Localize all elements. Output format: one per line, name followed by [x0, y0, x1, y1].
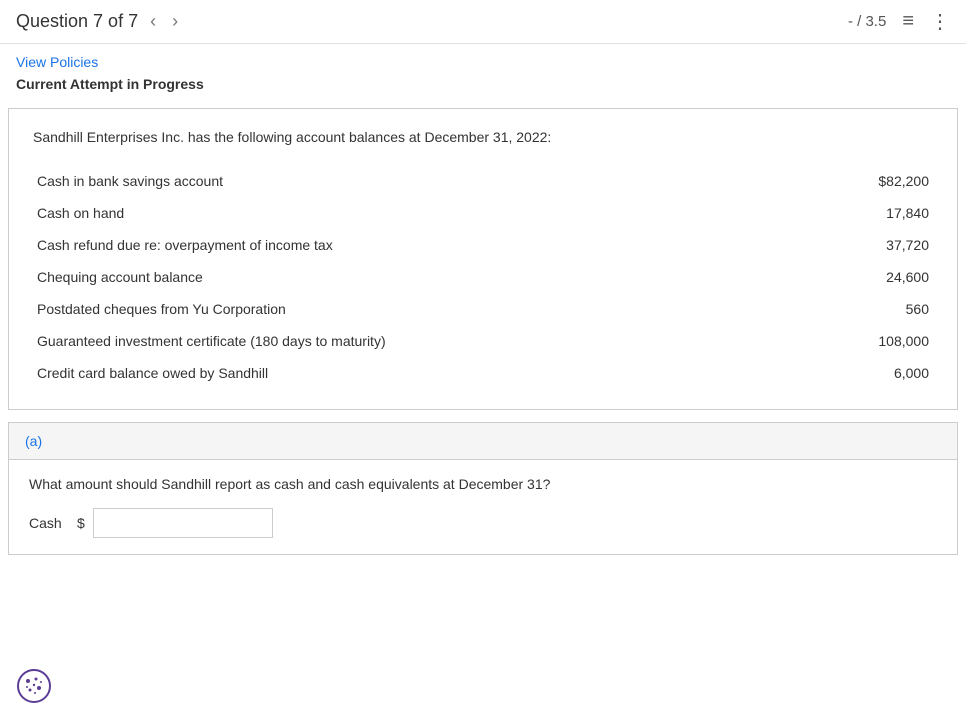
header-right: - / 3.5 ≡ ⋮ — [848, 9, 950, 34]
cash-label: Cash — [29, 515, 69, 531]
table-row: Chequing account balance24,600 — [33, 261, 933, 293]
account-label: Credit card balance owed by Sandhill — [33, 357, 663, 389]
part-a-body: What amount should Sandhill report as ca… — [8, 460, 958, 555]
account-label: Cash in bank savings account — [33, 165, 663, 197]
header: Question 7 of 7 ‹ › - / 3.5 ≡ ⋮ — [0, 0, 966, 44]
list-icon[interactable]: ≡ — [902, 10, 914, 33]
more-menu-icon[interactable]: ⋮ — [930, 9, 950, 34]
table-row: Cash in bank savings account$82,200 — [33, 165, 933, 197]
attempt-status: Current Attempt in Progress — [16, 76, 204, 92]
question-title: Question 7 of 7 — [16, 11, 138, 32]
account-value: 37,720 — [663, 229, 933, 261]
cash-input[interactable] — [93, 508, 273, 538]
dollar-sign: $ — [77, 515, 85, 531]
score-display: - / 3.5 — [848, 13, 886, 30]
table-row: Cash on hand17,840 — [33, 197, 933, 229]
header-left: Question 7 of 7 ‹ › — [16, 9, 182, 34]
table-row: Guaranteed investment certificate (180 d… — [33, 325, 933, 357]
account-label: Cash on hand — [33, 197, 663, 229]
account-value: 6,000 — [663, 357, 933, 389]
cash-input-row: Cash $ — [29, 508, 937, 538]
cookie-icon[interactable] — [16, 668, 52, 704]
prev-button[interactable]: ‹ — [146, 9, 160, 34]
account-value: $82,200 — [663, 165, 933, 197]
table-row: Credit card balance owed by Sandhill6,00… — [33, 357, 933, 389]
account-label: Cash refund due re: overpayment of incom… — [33, 229, 663, 261]
question-card: Sandhill Enterprises Inc. has the follow… — [8, 108, 958, 410]
account-value: 24,600 — [663, 261, 933, 293]
part-a-header: (a) — [8, 422, 958, 460]
account-table: Cash in bank savings account$82,200Cash … — [33, 165, 933, 389]
part-a-question: What amount should Sandhill report as ca… — [29, 476, 937, 492]
part-a-label: (a) — [25, 433, 42, 449]
next-button[interactable]: › — [168, 9, 182, 34]
account-label: Guaranteed investment certificate (180 d… — [33, 325, 663, 357]
question-intro: Sandhill Enterprises Inc. has the follow… — [33, 129, 933, 145]
part-a-section: (a) What amount should Sandhill report a… — [0, 422, 966, 555]
table-row: Postdated cheques from Yu Corporation560 — [33, 293, 933, 325]
account-value: 17,840 — [663, 197, 933, 229]
account-label: Chequing account balance — [33, 261, 663, 293]
account-label: Postdated cheques from Yu Corporation — [33, 293, 663, 325]
account-value: 108,000 — [663, 325, 933, 357]
view-policies-link[interactable]: View Policies — [16, 54, 950, 70]
table-row: Cash refund due re: overpayment of incom… — [33, 229, 933, 261]
sub-header: View Policies Current Attempt in Progres… — [0, 44, 966, 98]
account-value: 560 — [663, 293, 933, 325]
